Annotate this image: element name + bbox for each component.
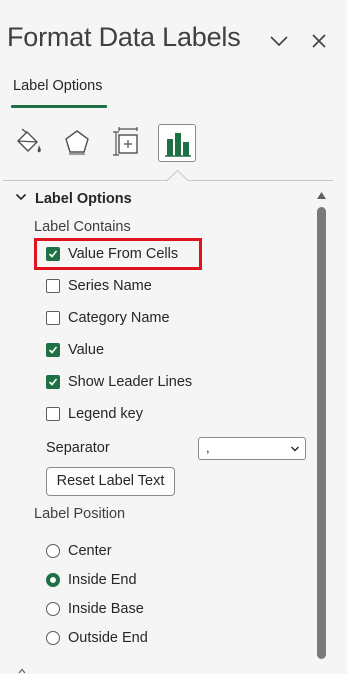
label-position-heading: Label Position [34, 506, 126, 522]
tab-active-indicator [11, 105, 107, 108]
radio-inside-end[interactable]: Inside End [46, 569, 137, 591]
label-options-icon[interactable] [158, 124, 196, 162]
checkbox-unchecked-icon[interactable] [46, 279, 60, 293]
checkbox-label: Legend key [68, 406, 143, 422]
separator-label: Separator [46, 440, 110, 456]
radio-center[interactable]: Center [46, 540, 112, 562]
highlight-annotation [34, 238, 202, 270]
chevron-down-icon [15, 191, 29, 207]
scrollbar-thumb[interactable] [317, 207, 326, 659]
checkbox-label: Show Leader Lines [68, 374, 193, 390]
separator-value: , [206, 440, 210, 455]
collapsed-section-caret-icon [18, 668, 26, 674]
radio-label: Inside End [68, 572, 137, 588]
section-label-options-header[interactable]: Label Options [15, 191, 132, 207]
radio-unselected-icon[interactable] [46, 631, 60, 645]
checkbox-checked-icon[interactable] [46, 343, 60, 357]
checkbox-show-leader-lines[interactable]: Show Leader Lines [46, 371, 192, 393]
divider [187, 180, 333, 181]
reset-label-text-button[interactable]: Reset Label Text [46, 467, 175, 496]
tab-label-options[interactable]: Label Options [13, 78, 102, 94]
checkbox-label: Category Name [68, 310, 170, 326]
radio-selected-icon[interactable] [46, 573, 60, 587]
radio-label: Inside Base [68, 601, 144, 617]
chevron-down-icon [291, 446, 299, 452]
label-contains-heading: Label Contains [34, 219, 131, 235]
chevron-down-icon[interactable] [266, 28, 292, 54]
radio-label: Outside End [68, 630, 148, 646]
checkbox-value[interactable]: Value [46, 339, 104, 361]
radio-inside-base[interactable]: Inside Base [46, 598, 144, 620]
radio-unselected-icon[interactable] [46, 544, 60, 558]
pane-title: Format Data Labels [7, 22, 241, 52]
radio-outside-end[interactable]: Outside End [46, 627, 148, 649]
close-icon[interactable] [306, 28, 332, 54]
radio-unselected-icon[interactable] [46, 602, 60, 616]
checkbox-category-name[interactable]: Category Name [46, 307, 170, 329]
scroll-up-arrow-icon[interactable] [316, 191, 327, 200]
divider [3, 180, 168, 181]
checkbox-series-name[interactable]: Series Name [46, 275, 152, 297]
size-properties-icon[interactable] [108, 124, 146, 162]
separator-dropdown[interactable]: , [198, 437, 306, 460]
checkbox-unchecked-icon[interactable] [46, 407, 60, 421]
checkbox-label: Series Name [68, 278, 152, 294]
checkbox-legend-key[interactable]: Legend key [46, 403, 143, 425]
divider-notch [167, 170, 188, 181]
section-title: Label Options [35, 191, 132, 207]
checkbox-checked-icon[interactable] [46, 375, 60, 389]
radio-label: Center [68, 543, 112, 559]
fill-line-icon[interactable] [10, 124, 48, 162]
effects-icon[interactable] [58, 124, 96, 162]
checkbox-label: Value [68, 342, 105, 358]
checkbox-unchecked-icon[interactable] [46, 311, 60, 325]
